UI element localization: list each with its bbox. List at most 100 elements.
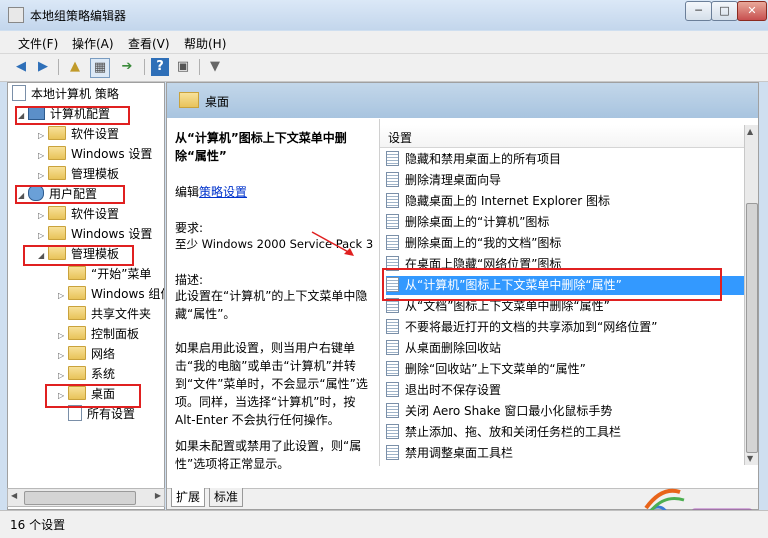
folder-icon [48, 226, 66, 240]
list-item[interactable]: 关闭 Aero Shake 窗口最小化鼠标手势 [386, 402, 744, 421]
menu-help[interactable]: 帮助(H) [184, 35, 226, 52]
filter-icon[interactable]: ▼ [206, 58, 224, 76]
navigation-tree: 本地计算机 策略 ◢ 计算机配置 ▷ 软件设置 ▷ Windows 设置 ▷ 管理模板 … [7, 82, 165, 510]
policy-setting-icon [386, 340, 399, 355]
maximize-button[interactable]: □ [711, 1, 738, 21]
edit-policy-line: 编辑策略设置 [175, 185, 248, 199]
tab-extended[interactable]: 扩展 [171, 488, 206, 507]
show-tree-icon[interactable]: ▦ [90, 58, 110, 78]
close-button[interactable]: ✕ [737, 1, 767, 21]
policy-setting-icon [386, 193, 399, 208]
menu-bar: 文件(F) 操作(A) 查看(V) 帮助(H) [0, 31, 768, 54]
folder-icon [68, 306, 86, 320]
folder-icon [48, 166, 66, 180]
enabled-explanation: 如果启用此设置，则当用户右键单击“我的电脑”或单击“计算机”并转到“文件”菜单时… [175, 341, 368, 427]
folder-icon [48, 146, 66, 160]
scroll-up-icon[interactable]: ▲ [747, 127, 753, 136]
policy-setting-icon [386, 361, 399, 376]
policy-icon [12, 85, 26, 101]
expand-arrow-icon[interactable]: ▷ [58, 327, 68, 345]
menu-view[interactable]: 查看(V) [128, 35, 170, 52]
expand-arrow-icon[interactable]: ▷ [38, 227, 48, 245]
list-item[interactable]: 退出时不保存设置 [386, 381, 744, 400]
list-item[interactable]: 从桌面删除回收站 [386, 339, 744, 358]
highlight-box [15, 106, 130, 125]
pane-header-title: 桌面 [205, 95, 230, 109]
scroll-left-icon[interactable]: ◀ [11, 491, 17, 500]
list-item[interactable]: 隐藏桌面上的 Internet Explorer 图标 [386, 192, 744, 211]
pane-header: 桌面 [167, 83, 758, 118]
list-item[interactable]: 删除桌面上的“我的文档”图标 [386, 234, 744, 253]
folder-icon [179, 92, 199, 108]
tree-root[interactable]: 本地计算机 策略 [12, 85, 119, 103]
tree-item-shared-folders[interactable]: 共享文件夹 [58, 305, 151, 323]
scroll-thumb[interactable] [746, 203, 758, 453]
folder-icon [48, 206, 66, 220]
folder-icon [68, 366, 86, 380]
menu-action[interactable]: 操作(A) [72, 35, 114, 52]
list-item[interactable]: 删除清理桌面向导 [386, 171, 744, 190]
app-icon [8, 7, 24, 23]
main-window: 本地组策略编辑器 ─ □ ✕ 文件(F) 操作(A) 查看(V) 帮助(H) ◀… [0, 0, 768, 538]
properties-icon[interactable]: ▣ [174, 58, 192, 76]
export-icon[interactable]: ➔ [118, 58, 136, 76]
policy-setting-icon [386, 403, 399, 418]
title-bar: 本地组策略编辑器 ─ □ ✕ [0, 0, 768, 30]
disabled-explanation: 如果未配置或禁用了此设置，则“属性”选项将正常显示。 [175, 439, 362, 471]
tree-item-network[interactable]: ▷ 网络 [58, 345, 115, 363]
list-item[interactable]: 隐藏和禁用桌面上的所有项目 [386, 150, 744, 169]
list-item[interactable]: 禁止添加、拖、放和关闭任务栏的工具栏 [386, 423, 744, 442]
tab-standard[interactable]: 标准 [209, 488, 244, 507]
minimize-button[interactable]: ─ [685, 1, 712, 21]
tree-item-windows-components[interactable]: ▷ Windows 组件 [58, 285, 164, 305]
policy-setting-icon [386, 235, 399, 250]
expand-arrow-icon[interactable]: ▷ [38, 207, 48, 225]
forward-icon[interactable]: ▶ [34, 58, 52, 76]
expand-arrow-icon[interactable]: ▷ [58, 287, 68, 305]
toolbar: ◀ ▶ ▲ ▦ ➔ ? ▣ ▼ [0, 54, 768, 82]
policy-setting-icon [386, 445, 399, 460]
scroll-right-icon[interactable]: ▶ [155, 491, 161, 500]
expand-arrow-icon[interactable]: ▷ [38, 147, 48, 165]
menu-file[interactable]: 文件(F) [18, 35, 58, 52]
window-title: 本地组策略编辑器 [30, 9, 127, 23]
policy-setting-icon [386, 424, 399, 439]
tree-item-windows-settings[interactable]: ▷ Windows 设置 [38, 225, 152, 243]
expand-arrow-icon[interactable]: ▷ [38, 127, 48, 145]
highlight-box [382, 268, 722, 301]
tree-item-software-settings[interactable]: ▷ 软件设置 [38, 125, 119, 143]
expand-arrow-icon[interactable]: ▷ [58, 347, 68, 365]
tree-item-system[interactable]: ▷ 系统 [58, 365, 115, 383]
up-folder-icon[interactable]: ▲ [66, 58, 84, 76]
list-item[interactable]: 删除“回收站”上下文菜单的“属性” [386, 360, 744, 379]
folder-icon [68, 346, 86, 360]
tree-item-software-settings[interactable]: ▷ 软件设置 [38, 205, 119, 223]
scroll-down-icon[interactable]: ▼ [747, 454, 753, 463]
scroll-thumb[interactable] [24, 491, 136, 505]
folder-icon [68, 286, 86, 300]
setting-title: 从“计算机”图标上下文菜单中删除“属性” [175, 131, 347, 163]
tree-item-start-menu[interactable]: “开始”菜单 [58, 265, 151, 283]
policy-setting-icon [386, 214, 399, 229]
tree-item-admin-templates[interactable]: ▷ 管理模板 [38, 165, 119, 183]
tree-item-control-panel[interactable]: ▷ 控制面板 [58, 325, 139, 343]
tree-item-windows-settings[interactable]: ▷ Windows 设置 [38, 145, 152, 163]
list-item[interactable]: 删除桌面上的“计算机”图标 [386, 213, 744, 232]
folder-icon [68, 266, 86, 280]
highlight-box [45, 384, 141, 408]
list-item[interactable]: 禁用调整桌面工具栏 [386, 444, 744, 463]
edit-policy-link[interactable]: 策略设置 [199, 185, 247, 199]
column-header-setting[interactable]: 设置 [380, 125, 745, 148]
tree-horizontal-scrollbar[interactable]: ◀ ▶ [7, 488, 165, 507]
settings-vertical-scrollbar[interactable]: ▲ ▼ [744, 125, 758, 465]
expand-arrow-icon[interactable]: ▷ [58, 367, 68, 385]
status-text: 16 个设置 [10, 518, 66, 532]
policy-setting-icon [386, 319, 399, 334]
expand-arrow-icon[interactable]: ▷ [38, 167, 48, 185]
help-icon[interactable]: ? [151, 58, 169, 76]
back-icon[interactable]: ◀ [12, 58, 30, 76]
highlight-box [15, 185, 125, 204]
highlight-box [23, 245, 134, 266]
list-item[interactable]: 不要将最近打开的文档的共享添加到“网络位置” [386, 318, 744, 337]
description-panel: 从“计算机”图标上下文菜单中删除“属性” 编辑策略设置 要求: 至少 Windo… [167, 119, 375, 489]
